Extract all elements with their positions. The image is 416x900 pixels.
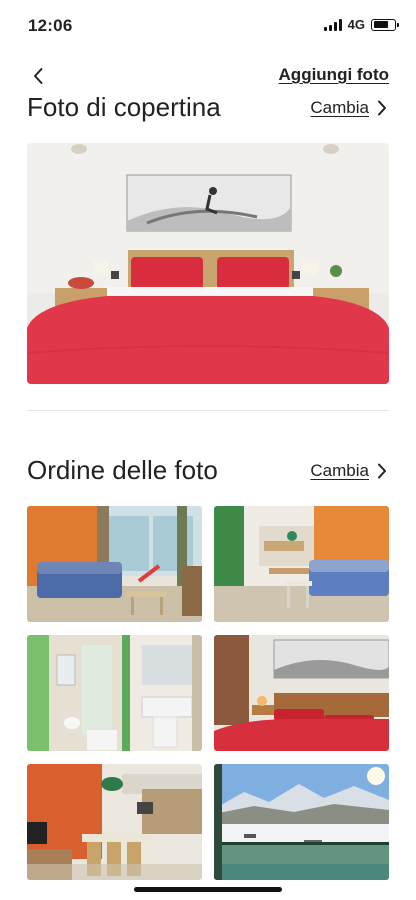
photo-thumbnail-studio[interactable]	[214, 506, 389, 622]
signal-bars-icon	[323, 18, 342, 31]
back-button[interactable]	[26, 64, 50, 88]
status-indicators: 4G	[323, 17, 399, 32]
order-section-title: Ordine delle foto	[27, 455, 218, 485]
photo-thumbnail-bedroom[interactable]	[214, 635, 389, 751]
cover-section-title: Foto di copertina	[27, 92, 221, 122]
status-bar: 12:06 4G	[0, 0, 416, 50]
network-type: 4G	[347, 17, 365, 32]
home-indicator	[134, 887, 282, 892]
cover-photo[interactable]	[27, 143, 389, 384]
change-order-button[interactable]: Cambia	[310, 461, 389, 481]
battery-level-fill	[373, 21, 388, 28]
chevron-right-icon	[377, 100, 389, 116]
order-section-header: Ordine delle foto Cambia	[27, 455, 389, 486]
chevron-left-icon	[34, 68, 43, 84]
photo-thumbnail-kitchen[interactable]	[27, 764, 202, 880]
cover-section-header: Foto di copertina Cambia	[27, 92, 389, 123]
top-navigation: Aggiungi foto	[0, 58, 416, 92]
status-time: 12:06	[28, 16, 73, 35]
photo-thumbnail-bathroom[interactable]	[27, 635, 202, 751]
photo-grid	[27, 506, 389, 880]
change-order-label: Cambia	[310, 460, 369, 480]
battery-icon	[371, 18, 399, 31]
photo-thumbnail-balcony-view[interactable]	[214, 764, 389, 880]
photo-thumbnail-living-room[interactable]	[27, 506, 202, 622]
change-cover-label: Cambia	[310, 97, 369, 117]
chevron-right-icon	[377, 463, 389, 479]
section-divider	[27, 410, 389, 411]
change-cover-button[interactable]: Cambia	[310, 98, 389, 118]
add-photo-button[interactable]: Aggiungi foto	[279, 65, 389, 85]
